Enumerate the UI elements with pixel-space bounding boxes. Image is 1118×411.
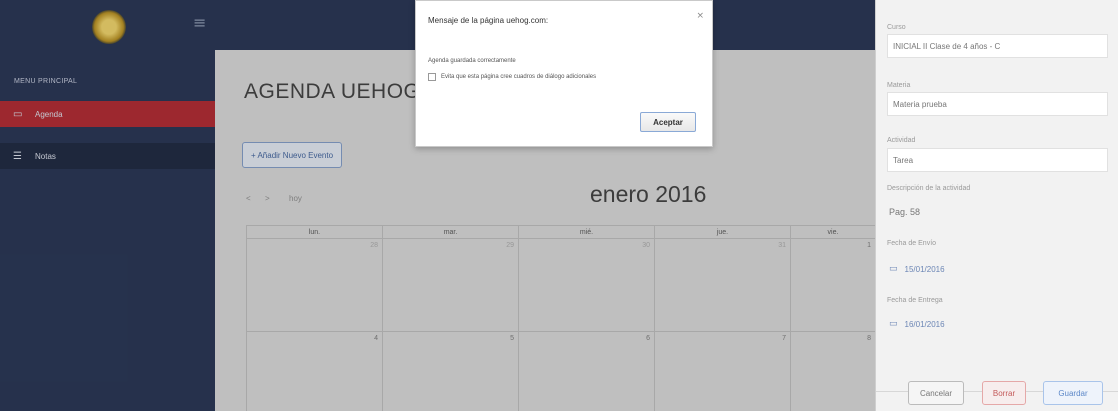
close-icon[interactable]: × [696,11,704,21]
dialog-title: Mensaje de la página uehog.com: [428,16,549,25]
checkbox-label: Evita que esta página cree cuadros de di… [441,74,597,80]
fecha-envio-field[interactable]: ▭ 15/01/2016 [889,264,945,274]
fecha-envio-label: Fecha de Envío [887,240,937,247]
alert-dialog: Mensaje de la página uehog.com: × Agenda… [415,0,713,147]
event-form-panel: Curso INICIAL II Clase de 4 años - C Mat… [875,0,1118,411]
curso-label: Curso [887,24,906,31]
calendar-icon: ▭ [889,264,898,274]
curso-field[interactable]: INICIAL II Clase de 4 años - C [887,34,1108,58]
actividad-field[interactable]: Tarea [887,148,1108,172]
suppress-dialogs-checkbox[interactable]: Evita que esta página cree cuadros de di… [428,73,596,81]
materia-label: Materia [887,82,911,89]
save-button[interactable]: Guardar [1043,381,1103,405]
actividad-label: Actividad [887,137,916,144]
dialog-message: Agenda guardada correctamente [428,58,516,64]
materia-field[interactable]: Materia prueba [887,92,1108,116]
fecha-entrega-label: Fecha de Entrega [887,297,943,304]
fecha-entrega-value: 16/01/2016 [904,319,945,329]
descripcion-label: Descripción de la actividad [887,185,971,192]
delete-button[interactable]: Borrar [982,381,1026,405]
fecha-entrega-field[interactable]: ▭ 16/01/2016 [889,319,945,329]
cancel-button[interactable]: Cancelar [908,381,964,405]
descripcion-field[interactable]: Pag. 58 [889,207,920,217]
ok-button[interactable]: Aceptar [640,112,696,132]
fecha-envio-value: 15/01/2016 [904,264,945,274]
calendar-icon: ▭ [889,319,898,329]
checkbox-box[interactable] [428,73,436,81]
